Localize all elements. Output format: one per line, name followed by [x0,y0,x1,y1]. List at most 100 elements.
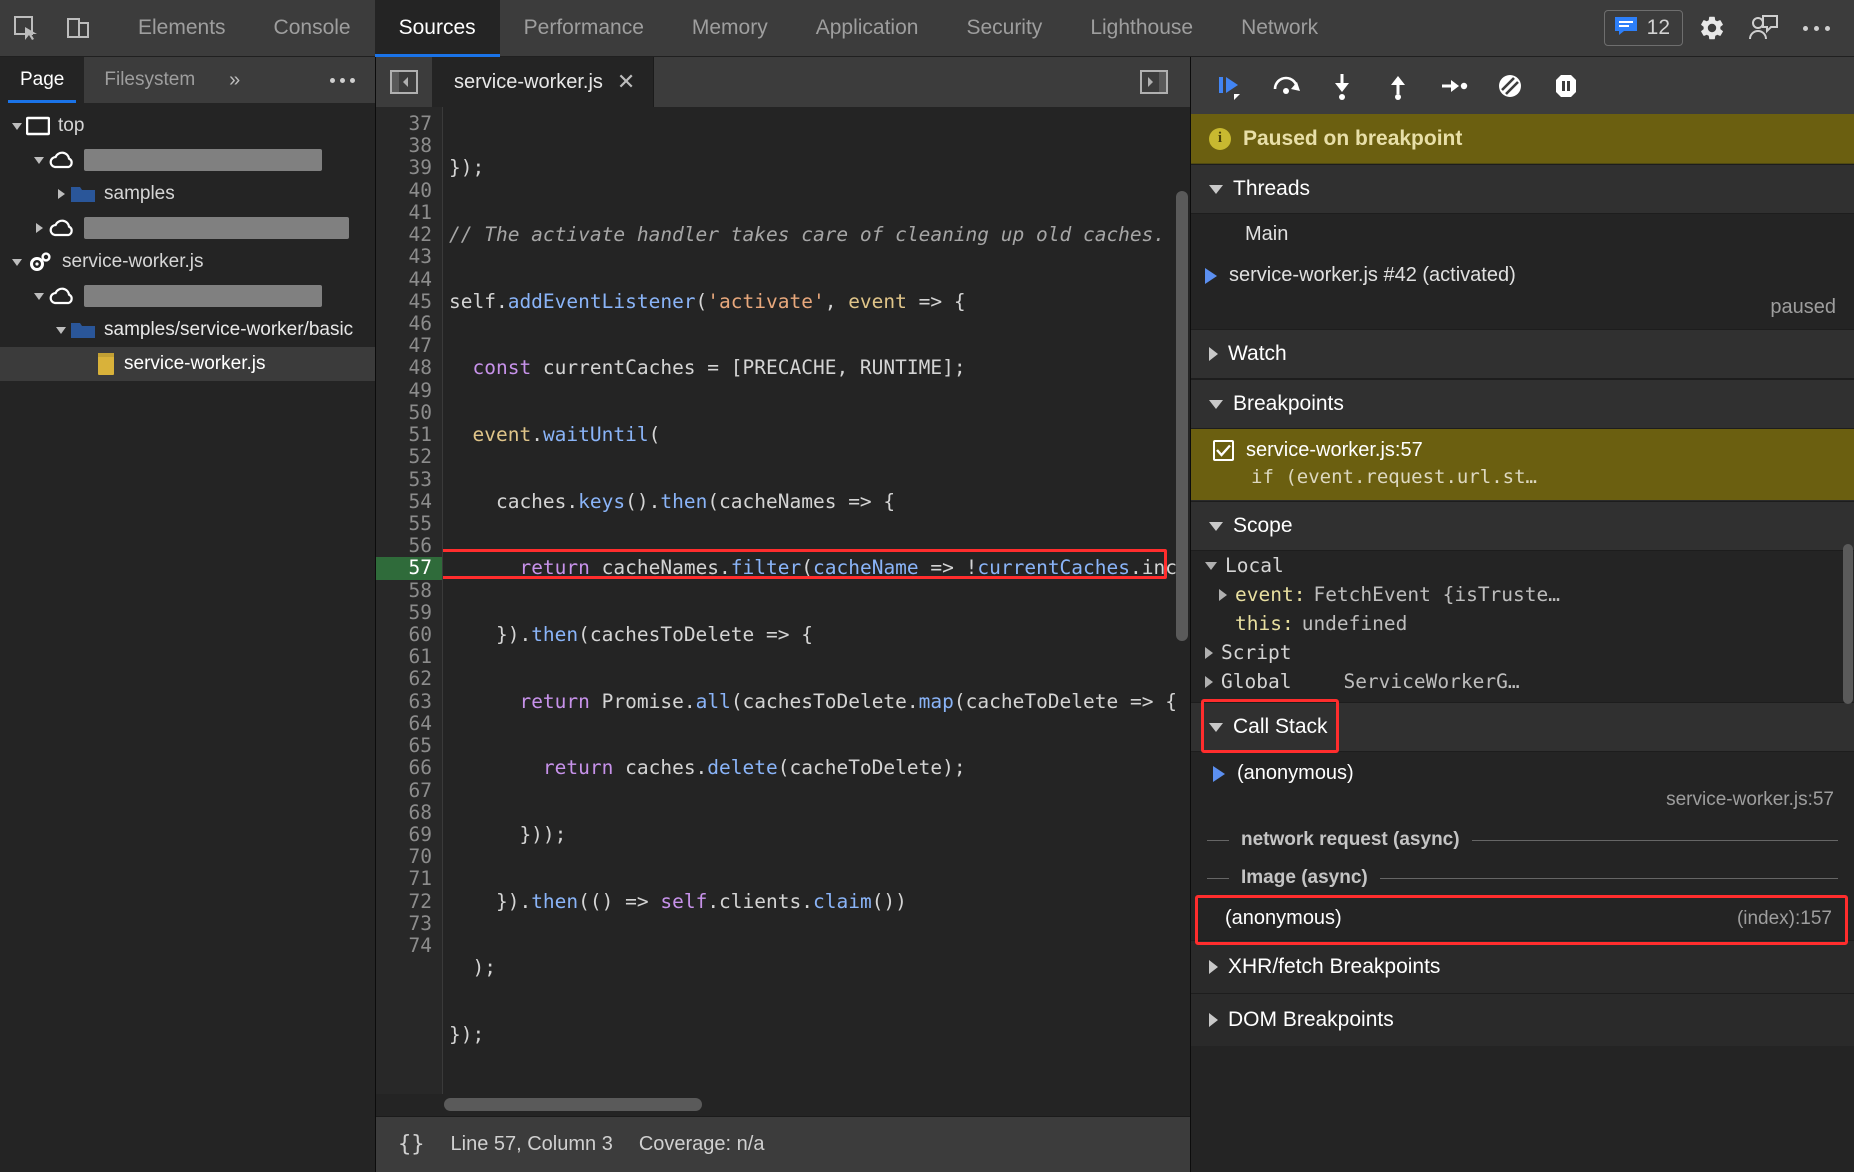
chevron-down-icon [1209,722,1223,732]
call-stack-frame-anonymous-1[interactable]: (anonymous) [1191,752,1854,789]
expand-debugger-icon[interactable] [1126,69,1182,95]
toolbar-right-actions: 12 [1603,5,1854,51]
line-number: 66 [408,756,432,780]
breakpoint-enabled-checkbox[interactable] [1213,440,1234,461]
twisty-down-icon[interactable] [30,153,48,167]
twisty-down-icon[interactable] [8,255,26,269]
nav-tab-page[interactable]: Page [0,57,85,103]
twisty-right-icon[interactable] [52,187,70,201]
line-number-gutter[interactable]: 37 38 39 40 41 42 43 44 45 46 47 48 49 5… [376,107,442,1094]
chevron-down-icon [1205,561,1217,570]
scope-variable-value: FetchEvent {isTruste… [1313,583,1560,606]
resume-script-execution-icon[interactable] [1205,61,1255,111]
tree-item-origin-1[interactable] [0,143,375,177]
section-call-stack[interactable]: Call Stack [1191,699,1854,753]
code-line: return cacheNames.filter(cacheName => !c… [519,556,1190,580]
tab-console[interactable]: Console [250,0,375,57]
tree-item-origin-3[interactable] [0,279,375,313]
async-divider-label: Image (async) [1241,867,1368,888]
tab-network[interactable]: Network [1217,0,1342,57]
code-content[interactable]: }); // The activate handler takes care o… [442,107,1190,1094]
code-line: ); [449,956,496,980]
editor-horizontal-scrollbar[interactable] [444,1098,702,1111]
line-number: 74 [408,934,432,958]
line-number: 60 [408,623,432,647]
step-out-icon[interactable] [1373,61,1423,111]
scope-group-local[interactable]: Local [1191,551,1854,580]
collapse-sidebar-icon[interactable] [376,57,432,107]
scope-group-global[interactable]: Global ServiceWorkerG… [1191,667,1854,696]
tab-sources[interactable]: Sources [374,0,500,57]
chevron-down-icon [1209,521,1223,531]
line-number: 68 [408,800,432,824]
inspect-element-icon[interactable] [0,0,52,57]
section-xhr-fetch-breakpoints[interactable]: XHR/fetch Breakpoints [1191,940,1854,993]
section-threads[interactable]: Threads [1191,164,1854,214]
tab-performance[interactable]: Performance [500,0,668,57]
deactivate-breakpoints-icon[interactable] [1485,61,1535,111]
tree-item-service-worker-group[interactable]: service-worker.js [0,245,375,279]
breakpoint-item[interactable]: service-worker.js:57 if (event.request.u… [1191,429,1854,501]
call-stack-frame-anonymous-2[interactable]: (anonymous) (index):157 [1191,897,1854,940]
pause-on-exceptions-icon[interactable] [1541,61,1591,111]
close-icon[interactable]: ✕ [617,71,635,93]
section-scope[interactable]: Scope [1191,501,1854,551]
tree-item-origin-2[interactable] [0,211,375,245]
twisty-down-icon[interactable] [8,119,26,133]
pretty-print-icon[interactable]: {} [398,1132,425,1157]
section-breakpoints[interactable]: Breakpoints [1191,379,1854,429]
debugger-vertical-scrollbar[interactable] [1843,544,1853,704]
line-number: 49 [408,378,432,402]
navigator-menu-icon[interactable] [310,57,375,103]
step-icon[interactable] [1429,61,1479,111]
device-toolbar-icon[interactable] [52,0,104,57]
twisty-down-icon[interactable] [30,289,48,303]
code-line: })); [449,823,567,846]
editor-tab-service-worker-js[interactable]: service-worker.js ✕ [432,57,655,107]
chevron-right-icon[interactable] [1219,588,1227,601]
scope-variable-this[interactable]: this: undefined [1191,609,1854,638]
section-watch[interactable]: Watch [1191,329,1854,379]
thread-label: service-worker.js #42 (activated) [1229,264,1516,286]
tree-item-service-worker-js[interactable]: service-worker.js [0,347,375,381]
more-options-icon[interactable] [1793,25,1840,31]
scope-group-script[interactable]: Script [1191,638,1854,667]
tab-application[interactable]: Application [792,0,943,57]
twisty-down-icon[interactable] [52,323,70,337]
editor-pane: service-worker.js ✕ 37 38 39 40 41 42 43… [376,57,1190,1172]
tab-label: Performance [523,16,644,39]
scope-variable-event[interactable]: event: FetchEvent {isTruste… [1191,580,1854,609]
feedback-person-icon[interactable] [1741,5,1787,51]
step-over-icon[interactable] [1261,61,1311,111]
chevron-right-icon [1205,646,1213,659]
tab-security[interactable]: Security [942,0,1066,57]
step-into-icon[interactable] [1317,61,1367,111]
tree-item-basic-folder[interactable]: samples/service-worker/basic [0,313,375,347]
cloud-icon [48,286,76,306]
thread-item-service-worker[interactable]: service-worker.js #42 (activated) [1191,255,1854,296]
gear-icon[interactable] [1689,5,1735,51]
section-dom-breakpoints[interactable]: DOM Breakpoints [1191,993,1854,1046]
frame-icon [26,116,50,136]
nav-tab-filesystem[interactable]: Filesystem [84,57,215,103]
tab-elements[interactable]: Elements [114,0,250,57]
code-editor[interactable]: 37 38 39 40 41 42 43 44 45 46 47 48 49 5… [376,107,1190,1094]
line-number-breakpoint[interactable]: 57 [376,557,442,580]
more-tabs-icon[interactable]: » [215,57,254,103]
tree-item-label: samples [104,183,175,204]
tree-item-label: service-worker.js [124,353,266,374]
tab-lighthouse[interactable]: Lighthouse [1066,0,1217,57]
twisty-right-icon[interactable] [30,221,48,235]
devtools-toolbar: Elements Console Sources Performance Mem… [0,0,1854,57]
nav-tab-label: Filesystem [104,69,196,90]
console-messages-badge[interactable]: 12 [1603,10,1683,46]
editor-vertical-scrollbar[interactable] [1176,191,1188,641]
scope-variable-value: undefined [1301,612,1408,635]
thread-item-main[interactable]: Main [1191,214,1854,255]
section-title: Threads [1233,177,1311,200]
chevron-down-icon [1209,184,1223,194]
tab-memory[interactable]: Memory [668,0,792,57]
tree-item-samples[interactable]: samples [0,177,375,211]
editor-horizontal-scroll-area [376,1094,1190,1116]
tree-item-top[interactable]: top [0,109,375,143]
